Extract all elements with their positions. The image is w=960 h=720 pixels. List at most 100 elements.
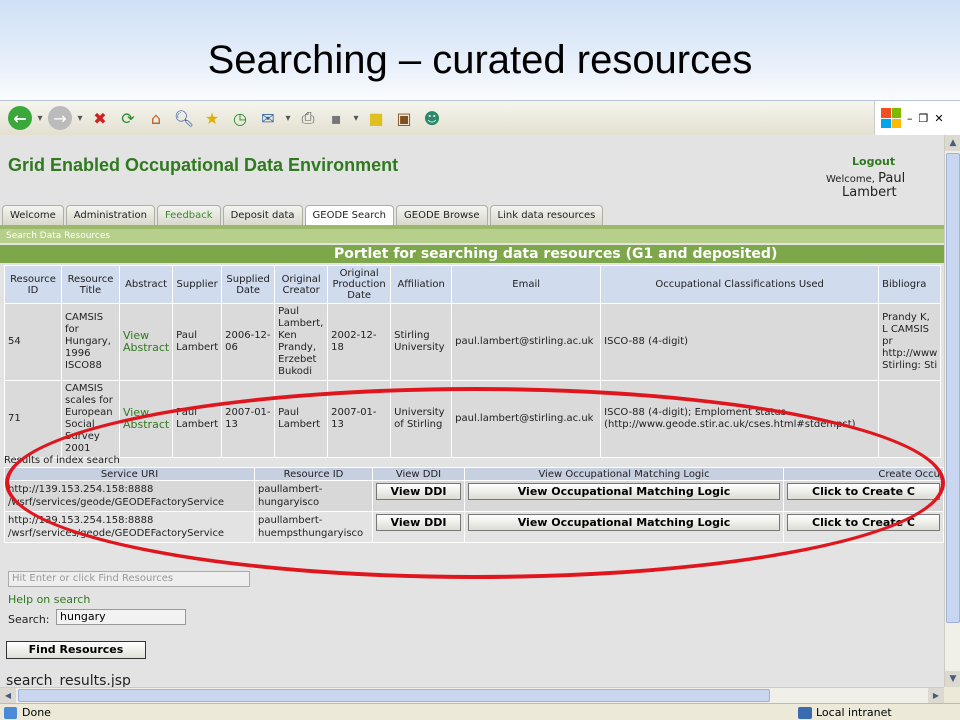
- status-bar: Done Local intranet: [0, 703, 960, 720]
- create-button[interactable]: Click to Create C: [787, 514, 940, 531]
- cell-view-ddi: View DDI: [372, 511, 465, 543]
- forward-icon[interactable]: →: [48, 106, 72, 130]
- cell-supplier: Paul Lambert: [172, 380, 223, 458]
- restore-icon[interactable]: ❐: [919, 112, 929, 125]
- view-matching-logic-button[interactable]: View Occupational Matching Logic: [468, 483, 780, 500]
- uri-line-1: http://139.153.254.158:8888: [8, 484, 154, 495]
- tab-feedback[interactable]: Feedback: [156, 205, 221, 225]
- vertical-scrollbar[interactable]: ▲ ▼: [944, 135, 960, 687]
- logout-link[interactable]: Logout: [852, 155, 895, 168]
- page-filename: search_results.jsp: [6, 673, 131, 687]
- back-icon[interactable]: ←: [8, 106, 32, 130]
- status-text: Done: [22, 706, 51, 719]
- search-hint-field[interactable]: Hit Enter or click Find Resources: [8, 571, 250, 587]
- messenger-icon[interactable]: ☻: [420, 106, 444, 130]
- cell-matching-logic: View Occupational Matching Logic: [464, 480, 784, 512]
- scroll-right-icon[interactable]: ▶: [928, 688, 944, 703]
- research-icon[interactable]: ▣: [392, 106, 416, 130]
- portlet-title: Portlet for searching data resources (G1…: [334, 246, 778, 262]
- favorites-icon[interactable]: ★: [200, 106, 224, 130]
- edit-icon[interactable]: ▪: [324, 106, 348, 130]
- view-ddi-button[interactable]: View DDI: [376, 483, 461, 500]
- print-icon[interactable]: ⎙: [296, 106, 320, 130]
- cell-resource-id: paullambert-huempsthungaryisco: [254, 511, 373, 543]
- forward-dropdown-icon[interactable]: ▾: [76, 113, 84, 124]
- cell-supplier: Paul Lambert: [172, 303, 223, 381]
- table-row: 71 CAMSIS scales for European Social Sur…: [4, 380, 942, 458]
- tab-administration[interactable]: Administration: [65, 205, 155, 225]
- cell-id: 71: [4, 380, 62, 458]
- cell-id: 54: [4, 303, 62, 381]
- tab-geode-search[interactable]: GEODE Search: [304, 205, 394, 225]
- tab-deposit-data[interactable]: Deposit data: [222, 205, 303, 225]
- col-matching-logic: View Occupational Matching Logic: [464, 467, 784, 481]
- welcome-text: Welcome, Paul: [826, 171, 905, 186]
- windows-logo-icon: [881, 108, 901, 128]
- table-row: http://139.153.254.158:8888 /wsrf/servic…: [4, 480, 944, 512]
- index-search-label: Results of index search: [4, 455, 120, 466]
- uri-line-2: /wsrf/services/geode/GEODEFactoryService: [8, 497, 225, 508]
- view-abstract-link[interactable]: View Abstract: [118, 303, 174, 381]
- view-ddi-button[interactable]: View DDI: [376, 514, 461, 531]
- col-abstract: Abstract: [118, 265, 174, 304]
- results-header-row: Resource ID Resource Title Abstract Supp…: [4, 265, 942, 304]
- col-supplier: Supplier: [172, 265, 223, 304]
- cell-create: Click to Create C: [783, 480, 944, 512]
- intranet-zone-icon: [798, 707, 812, 719]
- history-icon[interactable]: ◷: [228, 106, 252, 130]
- search-icon[interactable]: 🔍︎: [172, 106, 196, 130]
- section-title: Search Data Resources: [0, 229, 944, 243]
- col-index-resource-id: Resource ID: [254, 467, 373, 481]
- cell-bibliography: [878, 380, 942, 458]
- view-matching-logic-button[interactable]: View Occupational Matching Logic: [468, 514, 780, 531]
- results-table: Resource ID Resource Title Abstract Supp…: [4, 265, 942, 458]
- horizontal-scrollbar[interactable]: ◀ ▶: [0, 687, 944, 703]
- cell-bibliography: Prandy K, L CAMSIS pr http://www Stirlin…: [878, 303, 942, 381]
- slide: Searching – curated resources ← ▾ → ▾ ✖ …: [0, 0, 960, 720]
- search-input[interactable]: hungary: [56, 609, 186, 625]
- find-resources-button[interactable]: Find Resources: [6, 641, 146, 659]
- col-supplied-date: Supplied Date: [221, 265, 276, 304]
- scroll-up-icon[interactable]: ▲: [945, 135, 960, 151]
- page-done-icon: [4, 707, 17, 719]
- help-on-search-link[interactable]: Help on search: [8, 593, 90, 606]
- mail-icon[interactable]: ✉: [256, 106, 280, 130]
- cell-affiliation: Stirling University: [390, 303, 453, 381]
- uri-line-2: /wsrf/services/geode/GEODEFactoryService: [8, 528, 225, 539]
- cell-title: CAMSIS scales for European Social Survey…: [61, 380, 120, 458]
- cell-email: paul.lambert@stirling.ac.uk: [451, 380, 602, 458]
- cell-matching-logic: View Occupational Matching Logic: [464, 511, 784, 543]
- scroll-down-icon[interactable]: ▼: [945, 671, 960, 687]
- edit-dropdown-icon[interactable]: ▾: [352, 113, 360, 124]
- table-row: 54 CAMSIS for Hungary, 1996 ISCO88 View …: [4, 303, 942, 381]
- home-icon[interactable]: ⌂: [144, 106, 168, 130]
- close-icon[interactable]: ✕: [934, 112, 943, 125]
- col-affiliation: Affiliation: [390, 265, 453, 304]
- minimize-icon[interactable]: –: [907, 112, 913, 125]
- vertical-scroll-thumb[interactable]: [946, 153, 960, 623]
- view-abstract-link[interactable]: View Abstract: [118, 380, 174, 458]
- welcome-prefix: Welcome,: [826, 174, 875, 185]
- portlet-header: Portlet for searching data resources (G1…: [0, 245, 944, 263]
- cell-production-date: 2002-12-18: [327, 303, 392, 381]
- cell-service-uri: http://139.153.254.158:8888 /wsrf/servic…: [4, 480, 255, 512]
- mail-dropdown-icon[interactable]: ▾: [284, 113, 292, 124]
- horizontal-scroll-thumb[interactable]: [18, 689, 770, 702]
- tab-geode-browse[interactable]: GEODE Browse: [396, 205, 488, 225]
- col-production-date: Original Production Date: [327, 265, 392, 304]
- cell-create: Click to Create C: [783, 511, 944, 543]
- note-icon[interactable]: ■: [364, 106, 388, 130]
- tab-welcome[interactable]: Welcome: [2, 205, 64, 225]
- page-viewport: Grid Enabled Occupational Data Environme…: [0, 135, 944, 687]
- tab-bar: Welcome Administration Feedback Deposit …: [2, 205, 604, 225]
- create-button[interactable]: Click to Create C: [787, 483, 940, 500]
- cell-resource-id: paullambert-hungaryisco: [254, 480, 373, 512]
- refresh-icon[interactable]: ⟳: [116, 106, 140, 130]
- stop-icon[interactable]: ✖: [88, 106, 112, 130]
- cell-view-ddi: View DDI: [372, 480, 465, 512]
- scroll-left-icon[interactable]: ◀: [0, 688, 16, 703]
- cell-classifications: ISCO-88 (4-digit): [600, 303, 880, 381]
- back-dropdown-icon[interactable]: ▾: [36, 113, 44, 124]
- search-label: Search:: [8, 613, 50, 626]
- tab-link-data-resources[interactable]: Link data resources: [489, 205, 604, 225]
